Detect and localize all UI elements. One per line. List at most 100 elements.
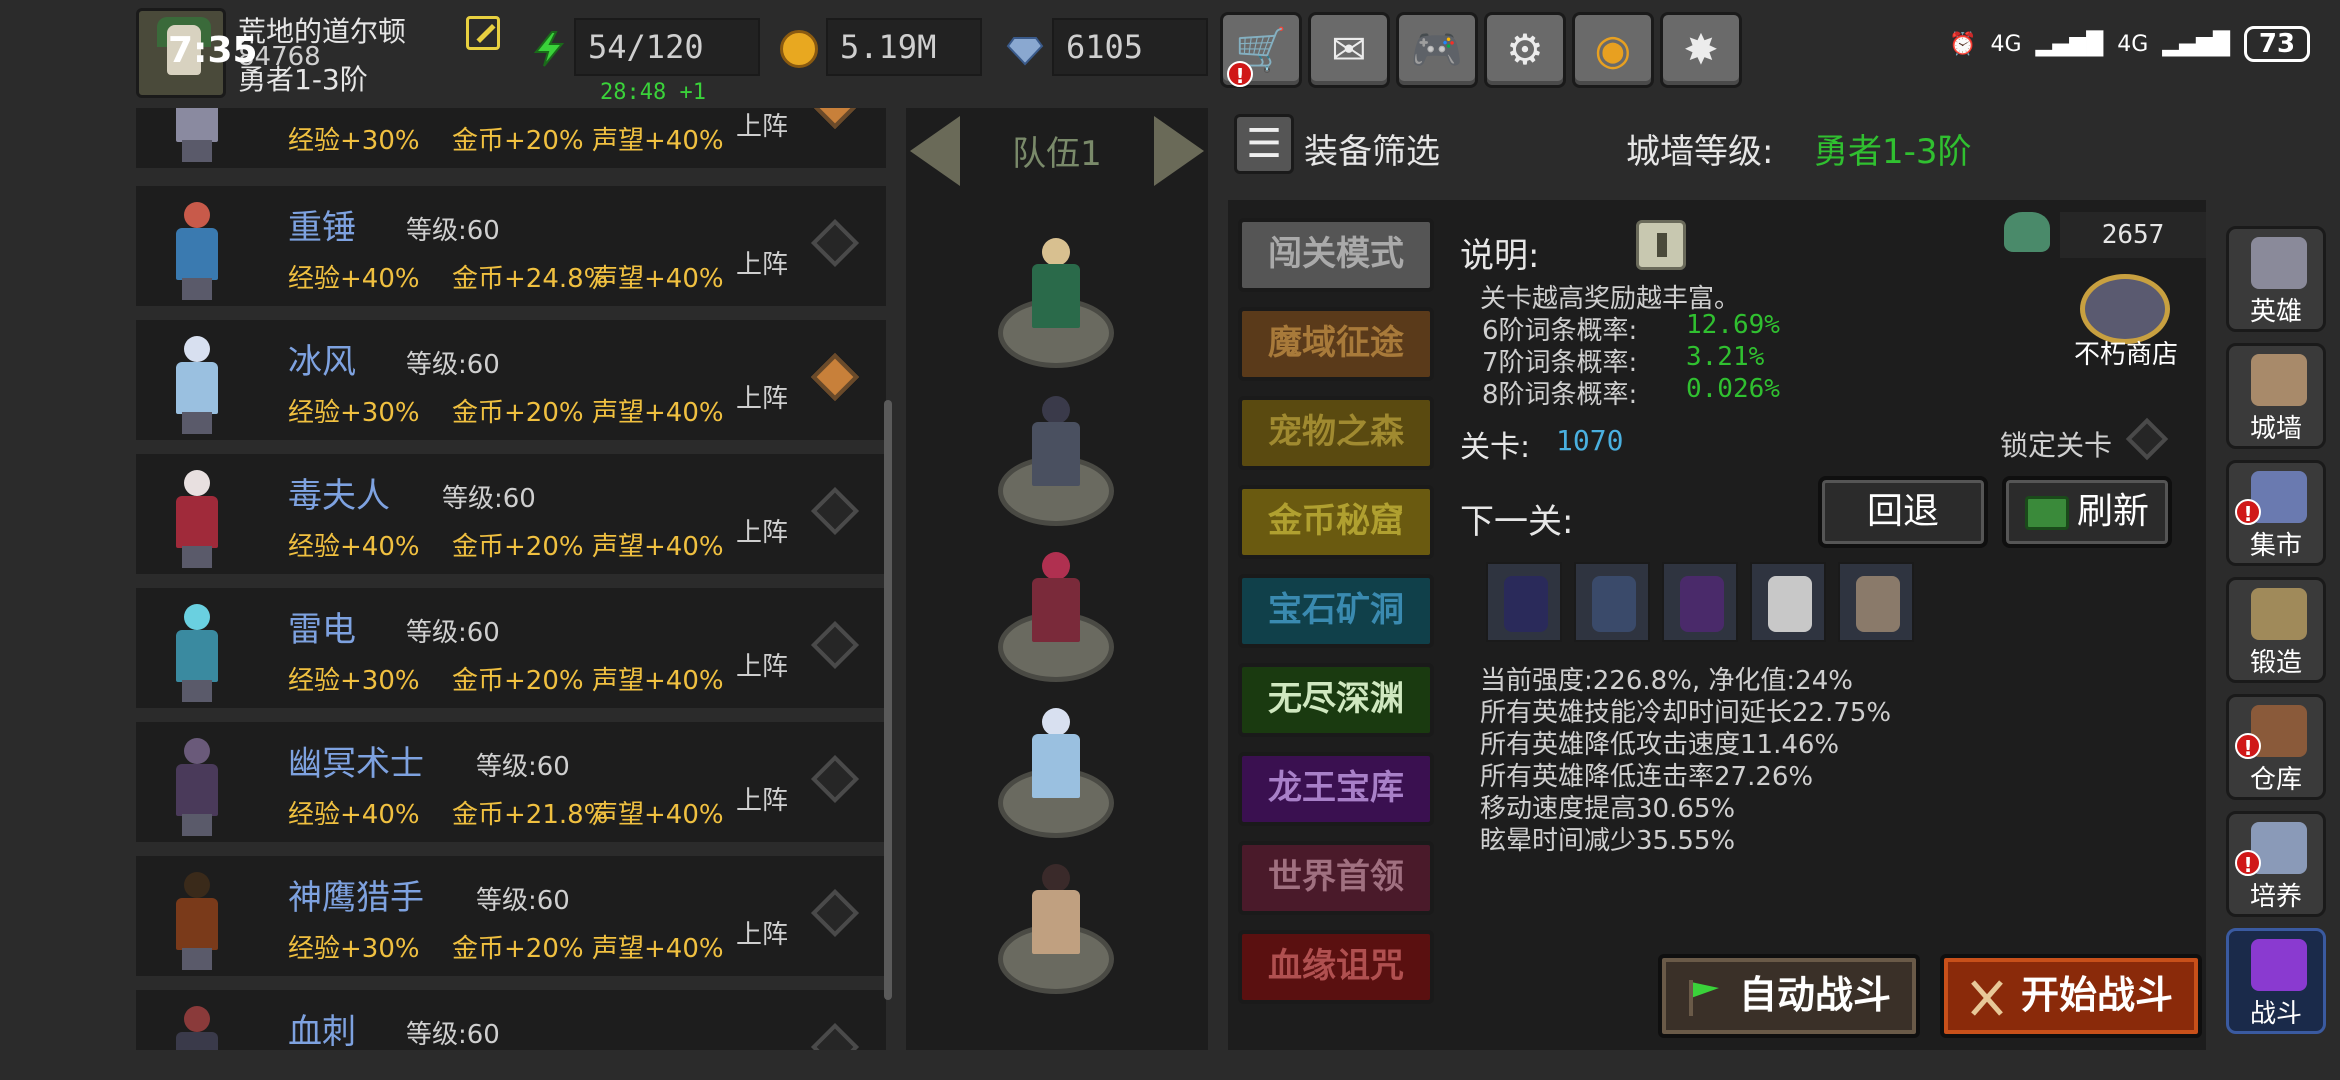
hero-legs — [182, 278, 212, 300]
hero-level: 等级:60 — [406, 1020, 500, 1050]
deploy-label[interactable]: 上阵 — [736, 646, 788, 683]
key-icon[interactable] — [1636, 220, 1686, 270]
hero-row[interactable]: 冰风 等级:60 经验+30% 金币+20% 声望+40% 上阵 — [136, 320, 886, 446]
side-nav-wall[interactable]: 城墙 — [2226, 343, 2326, 449]
team-slot-hero[interactable] — [1018, 396, 1094, 496]
deploy-label[interactable]: 上阵 — [736, 780, 788, 817]
hero-row[interactable]: 神鹰猎手 等级:60 经验+30% 金币+20% 声望+40% 上阵 — [136, 856, 886, 982]
hero-body — [176, 496, 218, 548]
side-nav-battle[interactable]: 战斗 — [2226, 928, 2326, 1034]
immortal-shop-label[interactable]: 不朽商店 — [2074, 334, 2178, 371]
deploy-label[interactable]: 上阵 — [736, 512, 788, 549]
back-button[interactable]: 回退 — [1818, 476, 1988, 548]
hero-legs — [182, 948, 212, 970]
hero-legs — [182, 680, 212, 702]
next-stage-label: 下一关: — [1460, 502, 1574, 542]
hero-portrait — [158, 596, 238, 704]
alert-badge: ! — [2235, 733, 2261, 760]
mail-button[interactable]: ✉ — [1308, 12, 1390, 88]
deploy-toggle[interactable] — [810, 218, 860, 268]
hero-name: 雷电 — [288, 610, 356, 650]
enemy-slot[interactable] — [1750, 562, 1826, 642]
team-slot-hero[interactable] — [1018, 864, 1094, 964]
hero-row[interactable]: 经验+30% 金币+20% 声望+40% 上阵 — [136, 108, 886, 174]
side-nav-cultivate[interactable]: 培养 ! — [2226, 811, 2326, 917]
team-slot-hero[interactable] — [1018, 238, 1094, 338]
side-nav-label: 培养 — [2249, 882, 2302, 912]
hero-body — [176, 898, 218, 950]
team-slot-hero[interactable] — [1018, 708, 1094, 808]
hero-portrait — [158, 194, 238, 302]
mode-button[interactable]: 龙王宝库 — [1238, 752, 1434, 826]
equipment-filter-button[interactable]: ☰ — [1234, 114, 1294, 174]
hero-legs — [182, 140, 212, 162]
enemy-slot[interactable] — [1838, 562, 1914, 642]
mode-button[interactable]: 闯关模式 — [1238, 218, 1434, 292]
deploy-label[interactable]: 上阵 — [736, 244, 788, 281]
mode-button[interactable]: 宝石矿洞 — [1238, 574, 1434, 648]
gold-value: 5.19M — [826, 18, 982, 76]
side-nav-heroes[interactable]: 英雄 — [2226, 226, 2326, 332]
hero-row[interactable]: 重锤 等级:60 经验+40% 金币+24.8% 声望+40% 上阵 — [136, 186, 886, 312]
deploy-toggle[interactable] — [810, 620, 860, 670]
mode-button[interactable]: 血缘诅咒 — [1238, 930, 1434, 1004]
hero-exp-bonus: 经验+30% — [288, 126, 420, 156]
immortal-token-value: 2657 — [2060, 212, 2206, 258]
mode-button[interactable]: 世界首领 — [1238, 841, 1434, 915]
mode-button[interactable]: 金币秘窟 — [1238, 485, 1434, 559]
mode-button[interactable]: 无尽深渊 — [1238, 663, 1434, 737]
settings-button[interactable]: ⚙ — [1484, 12, 1566, 88]
shop-button[interactable]: 🛒 ! — [1220, 12, 1302, 88]
hero-row[interactable]: 幽冥术士 等级:60 经验+40% 金币+21.8% 声望+40% 上阵 — [136, 722, 886, 848]
deploy-label[interactable]: 上阵 — [736, 378, 788, 415]
equipment-filter-label[interactable]: 装备筛选 — [1304, 124, 1440, 173]
palette-button[interactable]: ◉ — [1572, 12, 1654, 88]
enemy-sprite — [1856, 576, 1900, 632]
hero-list[interactable]: 经验+30% 金币+20% 声望+40% 上阵 重锤 等级:60 经验+40% … — [136, 108, 892, 1050]
enemy-sprite — [1680, 576, 1724, 632]
deploy-toggle[interactable] — [810, 754, 860, 804]
enemy-slot[interactable] — [1486, 562, 1562, 642]
hero-list-scrollbar[interactable] — [884, 400, 892, 1000]
auto-battle-button[interactable]: 自动战斗 — [1658, 954, 1920, 1038]
gamepad-button[interactable]: 🎮 — [1396, 12, 1478, 88]
deploy-toggle[interactable] — [810, 108, 860, 130]
hero-fame-bonus: 声望+40% — [592, 532, 724, 562]
start-battle-button[interactable]: 开始战斗 — [1940, 954, 2202, 1038]
team-slot-hero[interactable] — [1018, 552, 1094, 652]
deploy-toggle[interactable] — [810, 888, 860, 938]
hero-body — [176, 1032, 218, 1050]
hero-row[interactable]: 毒夫人 等级:60 经验+40% 金币+20% 声望+40% 上阵 — [136, 454, 886, 580]
crossed-swords-icon — [1971, 979, 2003, 1016]
hero-fame-bonus: 声望+40% — [592, 800, 724, 830]
hero-portrait — [158, 328, 238, 436]
rate-8-value: 0.026% — [1686, 374, 1780, 404]
deploy-label[interactable]: 上阵 — [736, 108, 788, 143]
side-nav-forge[interactable]: 锻造 — [2226, 577, 2326, 683]
enemy-slot[interactable] — [1662, 562, 1738, 642]
hero-legs — [182, 412, 212, 434]
side-nav-market[interactable]: 集市 ! — [2226, 460, 2326, 566]
side-nav-label: 战斗 — [2249, 999, 2302, 1029]
refresh-button[interactable]: 刷新 — [2002, 476, 2172, 548]
mode-button[interactable]: 魔域征途 — [1238, 307, 1434, 381]
deploy-toggle[interactable] — [810, 1022, 860, 1050]
hero-row[interactable]: 雷电 等级:60 经验+30% 金币+20% 声望+40% 上阵 — [136, 588, 886, 714]
firework-button[interactable]: ✸ — [1660, 12, 1742, 88]
system-status-bar: ⏰ 4G ▂▄▆█ 4G ▂▄▆█ 73 — [1949, 26, 2310, 62]
deploy-toggle[interactable] — [810, 352, 860, 402]
deploy-toggle[interactable] — [810, 486, 860, 536]
deploy-label[interactable]: 上阵 — [736, 914, 788, 951]
team-column: 队伍1 — [906, 108, 1208, 1050]
hero-name: 重锤 — [288, 208, 356, 248]
team-next-arrow-icon[interactable] — [1154, 116, 1204, 186]
edit-name-icon[interactable] — [466, 16, 500, 50]
lock-stage-label: 锁定关卡 — [2000, 429, 2113, 462]
team-hero-body — [1032, 264, 1080, 328]
team-hero-body — [1032, 578, 1080, 642]
hero-row[interactable]: 血刺 等级:60 — [136, 990, 886, 1050]
enemy-slot[interactable] — [1574, 562, 1650, 642]
hero-name: 冰风 — [288, 342, 356, 382]
side-nav-warehouse[interactable]: 仓库 ! — [2226, 694, 2326, 800]
mode-button[interactable]: 宠物之森 — [1238, 396, 1434, 470]
